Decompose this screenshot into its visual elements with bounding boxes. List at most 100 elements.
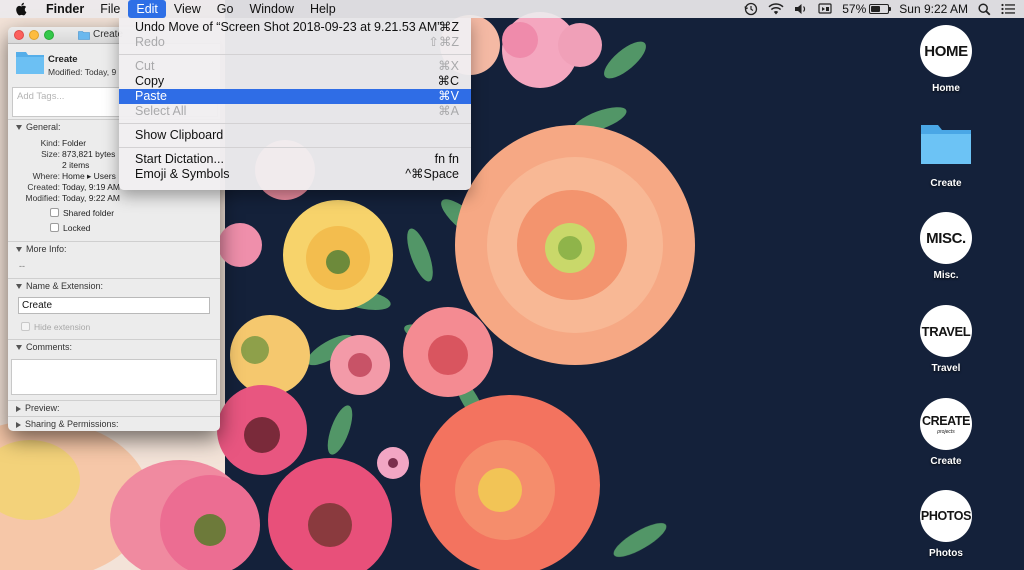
checkbox-box (21, 322, 30, 331)
general-header-label: General: (26, 122, 61, 132)
copy-menu-item[interactable]: Copy ⌘C (119, 74, 471, 89)
copy-label: Copy (135, 74, 165, 88)
volume-icon[interactable] (794, 3, 808, 15)
disclosure-triangle-icon (16, 405, 21, 412)
zoom-button[interactable] (44, 30, 54, 40)
undo-shortcut: ⌘Z (438, 20, 459, 34)
redo-shortcut: ⇧⌘Z (428, 35, 459, 49)
clock[interactable]: Sun 9:22 AM (899, 2, 968, 16)
hide-extension-label: Hide extension (34, 321, 91, 332)
edit-menu[interactable]: Edit (128, 0, 166, 18)
spotlight-search-icon[interactable] (978, 2, 991, 16)
minimize-button[interactable] (29, 30, 39, 40)
select-all-shortcut: ⌘A (438, 104, 459, 118)
cut-label: Cut (135, 59, 155, 73)
shared-folder-label: Shared folder (63, 207, 115, 218)
file-menu[interactable]: File (92, 0, 128, 18)
menu-separator (119, 123, 471, 124)
paste-menu-item[interactable]: Paste ⌘V (119, 89, 471, 104)
desktop-icon-travel[interactable]: TRAVEL Travel (906, 305, 986, 374)
redo-label: Redo (135, 35, 165, 49)
select-all-label: Select All (135, 104, 187, 118)
folder-icon (78, 30, 90, 40)
emoji-symbols-menu-item[interactable]: Emoji & Symbols ^⌘Space (119, 167, 471, 182)
time-machine-icon[interactable] (744, 2, 758, 16)
desktop-icon-misc[interactable]: MISC. Misc. (906, 212, 986, 281)
checkbox-box (50, 208, 59, 217)
checkbox-box (50, 223, 59, 232)
battery-percent: 57% (842, 2, 867, 16)
window-title: Create (78, 29, 123, 40)
notification-center-icon[interactable] (1001, 3, 1016, 15)
kind-label: Kind: (40, 138, 60, 148)
more-info-section: More Info: -- (8, 241, 220, 278)
view-menu[interactable]: View (166, 0, 209, 18)
items-value: 2 items (62, 160, 90, 170)
emoji-symbols-shortcut: ^⌘Space (405, 167, 459, 181)
window-menu[interactable]: Window (241, 0, 301, 18)
name-extension-header[interactable]: Name & Extension: (8, 279, 220, 293)
folder-icon (16, 52, 44, 74)
disclosure-triangle-icon (16, 345, 22, 351)
more-info-header[interactable]: More Info: (8, 242, 220, 256)
select-all-menu-item[interactable]: Select All ⌘A (119, 104, 471, 119)
go-menu[interactable]: Go (209, 0, 242, 18)
close-button[interactable] (14, 30, 24, 40)
modified-row: Modified: Today, 9:22 AM (8, 193, 220, 204)
travel-badge-text: TRAVEL (921, 323, 971, 339)
disclosure-triangle-icon (16, 284, 22, 290)
finder-app-menu[interactable]: Finder (38, 0, 92, 18)
more-info-header-label: More Info: (26, 244, 67, 254)
disclosure-triangle-icon (16, 247, 22, 253)
comments-header[interactable]: Comments: (8, 340, 220, 354)
start-dictation-menu-item[interactable]: Start Dictation... fn fn (119, 152, 471, 167)
misc-badge-text: MISC. (926, 229, 966, 247)
create-badge-text: CREATE (921, 413, 971, 428)
disclosure-triangle-icon (16, 421, 21, 428)
menu-separator (119, 54, 471, 55)
copy-shortcut: ⌘C (437, 74, 459, 88)
paste-shortcut: ⌘V (438, 89, 459, 103)
desktop-icon-photos[interactable]: PHOTOS Photos (906, 490, 986, 559)
undo-menu-item[interactable]: Undo Move of “Screen Shot 2018-09-23 at … (119, 20, 471, 35)
sharing-section: Sharing & Permissions: (8, 416, 220, 431)
help-menu[interactable]: Help (302, 0, 344, 18)
desktop-icon-create-folder[interactable]: Create (906, 122, 986, 189)
locked-checkbox[interactable]: Locked (50, 222, 90, 233)
battery-status[interactable]: 57% (842, 2, 892, 16)
where-value: Home ▸ Users (62, 171, 116, 181)
desktop-icon-label: Travel (931, 363, 961, 374)
redo-menu-item[interactable]: Redo ⇧⌘Z (119, 35, 471, 50)
paste-label: Paste (135, 89, 167, 103)
sharing-header-label: Sharing & Permissions: (25, 419, 119, 429)
create-badge-subtext: projects (937, 428, 955, 435)
created-value: Today, 9:19 AM (62, 182, 120, 192)
show-clipboard-label: Show Clipboard (135, 128, 224, 142)
modified-value: Today, 9:22 AM (62, 193, 120, 203)
undo-label: Undo Move of “Screen Shot 2018-09-23 at … (135, 20, 442, 34)
photos-badge-text: PHOTOS (920, 509, 972, 523)
preview-header-label: Preview: (25, 403, 60, 413)
home-badge-text: HOME (924, 42, 968, 60)
emoji-symbols-label: Emoji & Symbols (135, 167, 230, 181)
hide-extension-checkbox[interactable]: Hide extension (21, 321, 90, 332)
preview-header[interactable]: Preview: (8, 401, 220, 415)
desktop-icon-label: Create (930, 178, 962, 189)
apple-menu[interactable] (12, 2, 30, 16)
display-icon[interactable] (818, 3, 832, 15)
desktop-icon-home[interactable]: HOME Home (906, 25, 986, 94)
window-controls (14, 30, 54, 40)
battery-fill (871, 6, 881, 12)
desktop-icon-create-projects[interactable]: CREATE projects Create (906, 398, 986, 467)
sharing-header[interactable]: Sharing & Permissions: (8, 417, 220, 431)
shared-folder-checkbox[interactable]: Shared folder (50, 207, 114, 218)
wifi-icon[interactable] (768, 3, 784, 15)
comments-field[interactable] (11, 359, 217, 395)
size-value: 873,821 bytes (62, 149, 116, 159)
created-label: Created: (27, 182, 60, 192)
cut-menu-item[interactable]: Cut ⌘X (119, 59, 471, 74)
name-field[interactable]: Create (18, 297, 210, 314)
travel-badge-icon: TRAVEL (920, 305, 972, 357)
show-clipboard-menu-item[interactable]: Show Clipboard (119, 128, 471, 143)
disclosure-triangle-icon (16, 125, 22, 131)
